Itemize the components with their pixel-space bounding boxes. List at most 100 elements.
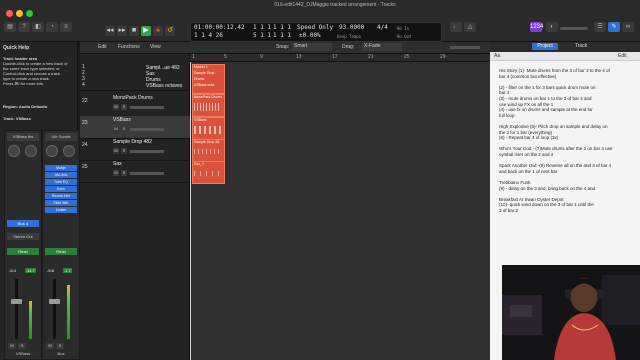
output-slot[interactable]: Stereo Out: [7, 233, 39, 240]
lcd-bars: 1 1 4 26: [194, 32, 223, 39]
master-volume-icon[interactable]: ◐: [546, 22, 558, 32]
lcd-time: 01:00:00:12.42: [194, 24, 245, 31]
zoom-slider[interactable]: [450, 46, 480, 49]
lcd-display[interactable]: 01:00:00:12.42 1 1 4 26 1 1 1 5 1 1 1 1 …: [190, 22, 442, 42]
plugin-slot[interactable]: Echo: [45, 186, 77, 192]
tab-project[interactable]: Project: [532, 43, 558, 50]
region-inspector-header[interactable]: Region: Audio Defaults: [3, 104, 47, 109]
send-slot[interactable]: Bus 4: [7, 220, 39, 227]
stop-button[interactable]: ■: [129, 26, 139, 36]
strip-name[interactable]: Ultr Scrwls: [45, 133, 77, 141]
gain-knob-icon[interactable]: [8, 145, 20, 157]
volume-fader[interactable]: [15, 279, 18, 339]
region-folder[interactable]: Marker 1 Sample Drop Drums VSBass octa: [192, 64, 225, 94]
functions-menu[interactable]: Functions: [118, 44, 140, 50]
automation-read-button[interactable]: Read: [45, 248, 77, 255]
automation-read-button[interactable]: Read: [7, 248, 39, 255]
snap-select[interactable]: Smart: [292, 43, 332, 51]
track-header[interactable]: 4 VSBass octaves: [80, 82, 190, 91]
bar-number: 9: [260, 54, 263, 60]
maximize-window-icon[interactable]: [26, 10, 33, 17]
note-line: Trebbiano Funk: [499, 180, 531, 185]
track-volume-slider[interactable]: [130, 128, 164, 131]
mixer-icon[interactable]: ≡: [60, 22, 72, 32]
master-volume-slider[interactable]: [560, 27, 588, 30]
region-vsbass[interactable]: VSBass: [192, 117, 225, 140]
plugin-slot[interactable]: Multpr: [45, 165, 77, 171]
playhead[interactable]: [190, 62, 191, 360]
solo-button[interactable]: S: [121, 170, 127, 176]
list-editors-icon[interactable]: ☰: [594, 22, 606, 32]
track-inspector-header[interactable]: Track: VSBass: [3, 116, 31, 121]
minimize-window-icon[interactable]: [16, 10, 23, 17]
toolbar-icon[interactable]: ◧: [32, 22, 44, 32]
record-button[interactable]: ●: [153, 26, 163, 36]
webcam-overlay: [502, 265, 640, 360]
volume-fader[interactable]: [53, 279, 56, 339]
view-menu[interactable]: View: [150, 44, 161, 50]
library-icon[interactable]: ▤: [4, 22, 16, 32]
mute-button[interactable]: M: [113, 104, 119, 110]
quick-help-title: Quick Help: [3, 45, 30, 51]
mute-button[interactable]: M: [46, 343, 54, 349]
fader-handle[interactable]: [11, 299, 22, 304]
mute-button[interactable]: M: [113, 148, 119, 154]
note-line: (2) - filter on the 1 for 3 bars quick d…: [499, 84, 596, 90]
gain-knob-icon[interactable]: [46, 145, 58, 157]
plugin-slot[interactable]: Reverb Hex: [45, 193, 77, 199]
track-header[interactable]: 24 Sample Drop 482 M S: [80, 138, 190, 161]
plugin-slot[interactable]: Limiter: [45, 207, 77, 213]
solo-button[interactable]: S: [121, 148, 127, 154]
pan-knob-icon[interactable]: [63, 145, 75, 157]
notes-edit-button[interactable]: Edit: [618, 53, 627, 59]
mute-button[interactable]: M: [113, 126, 119, 132]
metronome-icon[interactable]: △: [464, 22, 476, 32]
solo-button[interactable]: S: [56, 343, 64, 349]
strip-name[interactable]: VSBass tbs: [7, 133, 39, 141]
fader-handle[interactable]: [49, 299, 60, 304]
fast-forward-button[interactable]: ▸▸: [117, 26, 127, 36]
track-header-selected[interactable]: 23 VSBass M S: [80, 116, 190, 139]
tuner-icon[interactable]: ♩: [450, 22, 462, 32]
plugin-slot[interactable]: Filter Wth: [45, 200, 77, 206]
edit-menu[interactable]: Edit: [98, 44, 107, 50]
note-line: cymbal riser on the 2 and 4: [499, 152, 554, 157]
track-volume-slider[interactable]: [130, 106, 164, 109]
font-icon[interactable]: Aa: [494, 53, 500, 59]
mute-button[interactable]: M: [8, 343, 16, 349]
plugin-slot[interactable]: AM.Jmb: [45, 172, 77, 178]
tab-track[interactable]: Track: [568, 43, 594, 50]
cycle-button[interactable]: ↺: [165, 26, 175, 36]
track-number: 23: [82, 120, 88, 126]
smart-controls-icon[interactable]: ◔: [46, 22, 58, 32]
solo-button[interactable]: S: [18, 343, 26, 349]
rewind-button[interactable]: ◂◂: [105, 26, 115, 36]
track-header[interactable]: 22 MonoPack Drums M S: [80, 94, 190, 117]
arrange-area[interactable]: Marker 1 Sample Drop Drums VSBass octa M…: [190, 54, 490, 360]
close-window-icon[interactable]: [6, 10, 13, 17]
channel-strip-bus: Ultr Scrwls Multpr AM.Jmb Tube EQ Echo R…: [42, 130, 80, 360]
region-name: Drums: [194, 77, 205, 81]
track-header[interactable]: 25 Sax M S: [80, 160, 190, 183]
solo-button[interactable]: S: [121, 104, 127, 110]
region-sample-drop[interactable]: Sample Drop 48: [192, 139, 225, 162]
solo-button[interactable]: S: [121, 126, 127, 132]
note-line: bar 4 (common but effective): [499, 73, 557, 79]
notes-format-bar: Aa Edit: [490, 52, 640, 61]
plugin-slot[interactable]: Tube EQ: [45, 179, 77, 185]
drag-select[interactable]: X-Fade: [362, 43, 402, 51]
track-volume-slider[interactable]: [130, 150, 164, 153]
mute-button[interactable]: M: [113, 170, 119, 176]
track-volume-slider[interactable]: [130, 172, 164, 175]
help-icon[interactable]: ?: [18, 22, 30, 32]
notes-icon[interactable]: ✎: [608, 22, 620, 32]
strip-footer: VSBass: [15, 351, 31, 356]
region-sax[interactable]: Sax_1: [192, 161, 225, 184]
bar-ruler[interactable]: 1 5 9 13 17 21 25 29: [190, 54, 490, 62]
play-button[interactable]: ▶: [141, 26, 151, 36]
count-in-icon[interactable]: 1234: [530, 22, 543, 32]
region-drums[interactable]: MonoPack Drums: [192, 94, 225, 117]
loops-icon[interactable]: ∞: [622, 22, 634, 32]
note-line: use wind up FX on all the 1: [499, 101, 554, 107]
pan-knob-icon[interactable]: [25, 145, 37, 157]
